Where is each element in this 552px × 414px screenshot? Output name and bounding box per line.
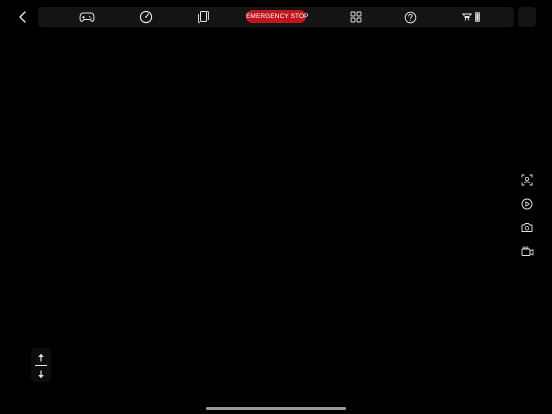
altitude-level-line [31, 364, 51, 367]
face-detect-icon [521, 174, 533, 186]
emergency-stop-button[interactable]: EMERGENCY STOP [246, 10, 308, 23]
play-circle-icon [521, 198, 533, 210]
phone-rotate-button[interactable] [189, 7, 217, 27]
descend-button[interactable] [31, 368, 51, 380]
drone-battery-icon [462, 12, 480, 22]
help-button[interactable] [396, 7, 424, 27]
video-button[interactable] [518, 242, 536, 260]
main-toolbar: EMERGENCY STOP [38, 7, 514, 27]
help-circle-icon [404, 11, 416, 23]
face-detect-button[interactable] [518, 171, 536, 189]
grid-button[interactable] [342, 7, 370, 27]
arrow-up-icon [38, 353, 44, 361]
camera-icon [521, 222, 533, 232]
gamepad-button[interactable] [73, 7, 101, 27]
gamepad-icon [79, 12, 95, 22]
altitude-divider [35, 364, 47, 367]
ascend-button[interactable] [31, 351, 51, 363]
video-camera-icon [521, 245, 533, 256]
drone-status-button[interactable] [456, 7, 486, 27]
home-indicator[interactable] [206, 407, 346, 410]
speedometer-icon [139, 10, 153, 24]
top-bar: EMERGENCY STOP [0, 0, 552, 34]
photo-button[interactable] [518, 218, 536, 236]
top-right-panel[interactable] [518, 7, 536, 27]
back-button[interactable] [12, 7, 34, 27]
altitude-control [31, 348, 51, 382]
playback-button[interactable] [518, 195, 536, 213]
arrow-down-icon [38, 370, 44, 378]
speedometer-button[interactable] [132, 7, 160, 27]
chevron-left-icon [19, 11, 26, 23]
grid-icon [350, 11, 362, 23]
phone-rotate-icon [197, 10, 209, 24]
